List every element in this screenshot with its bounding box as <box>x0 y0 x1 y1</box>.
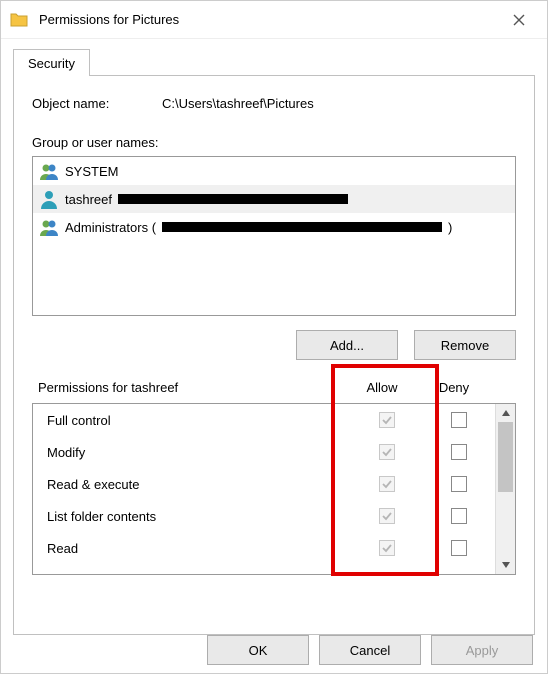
permission-name: Read & execute <box>47 477 351 492</box>
deny-checkbox[interactable] <box>451 476 467 492</box>
cancel-button[interactable]: Cancel <box>319 635 421 665</box>
permissions-title: Permissions for tashreef <box>38 380 346 395</box>
permission-row: Modify <box>33 436 495 468</box>
titlebar: Permissions for Pictures <box>1 1 547 39</box>
permission-name: Full control <box>47 413 351 428</box>
remove-button[interactable]: Remove <box>414 330 516 360</box>
permission-name: Read <box>47 541 351 556</box>
allow-checkbox <box>379 540 395 556</box>
deny-checkbox[interactable] <box>451 508 467 524</box>
redacted-text <box>162 222 442 232</box>
permissions-dialog: Permissions for Pictures Security Object… <box>0 0 548 674</box>
scroll-down-icon[interactable] <box>496 556 515 574</box>
list-item[interactable]: Administrators () <box>33 213 515 241</box>
list-item-label: Administrators ( <box>65 220 156 235</box>
dialog-button-row: OK Cancel Apply <box>1 635 547 665</box>
folder-icon <box>9 10 29 30</box>
group-icon <box>39 161 59 181</box>
list-button-row: Add... Remove <box>32 330 516 360</box>
window-title: Permissions for Pictures <box>39 12 499 27</box>
deny-checkbox[interactable] <box>451 444 467 460</box>
content-area: Security Object name: C:\Users\tashreef\… <box>1 39 547 635</box>
permission-row: Full control <box>33 404 495 436</box>
permission-row: Read & execute <box>33 468 495 500</box>
object-name-row: Object name: C:\Users\tashreef\Pictures <box>32 96 516 111</box>
redacted-text <box>118 194 348 204</box>
permission-name: Modify <box>47 445 351 460</box>
deny-checkbox[interactable] <box>451 540 467 556</box>
allow-column-header: Allow <box>346 380 418 395</box>
list-item[interactable]: tashreef <box>33 185 515 213</box>
scroll-track[interactable] <box>496 422 515 556</box>
allow-checkbox <box>379 444 395 460</box>
allow-checkbox <box>379 508 395 524</box>
object-name-value: C:\Users\tashreef\Pictures <box>162 96 314 111</box>
list-item[interactable]: SYSTEM <box>33 157 515 185</box>
list-item-label: SYSTEM <box>65 164 118 179</box>
apply-button[interactable]: Apply <box>431 635 533 665</box>
security-panel: Object name: C:\Users\tashreef\Pictures … <box>13 75 535 635</box>
tab-security[interactable]: Security <box>13 49 90 76</box>
permissions-table: Full control Modify Read & execute List fol… <box>32 403 516 575</box>
allow-checkbox <box>379 476 395 492</box>
scroll-thumb[interactable] <box>498 422 513 492</box>
tab-strip: Security <box>13 47 535 75</box>
object-name-label: Object name: <box>32 96 162 111</box>
person-icon <box>39 189 59 209</box>
allow-checkbox <box>379 412 395 428</box>
group-user-listbox[interactable]: SYSTEM tashreef Administrators () <box>32 156 516 316</box>
scrollbar[interactable] <box>495 404 515 574</box>
ok-button[interactable]: OK <box>207 635 309 665</box>
add-button[interactable]: Add... <box>296 330 398 360</box>
list-item-suffix: ) <box>448 220 452 235</box>
permission-name: List folder contents <box>47 509 351 524</box>
deny-checkbox[interactable] <box>451 412 467 428</box>
permissions-header: Permissions for tashreef Allow Deny <box>32 380 516 403</box>
scroll-up-icon[interactable] <box>496 404 515 422</box>
group-icon <box>39 217 59 237</box>
close-button[interactable] <box>499 5 539 35</box>
group-list-label: Group or user names: <box>32 135 516 150</box>
permission-row: List folder contents <box>33 500 495 532</box>
permission-row: Read <box>33 532 495 564</box>
list-item-label: tashreef <box>65 192 112 207</box>
deny-column-header: Deny <box>418 380 490 395</box>
